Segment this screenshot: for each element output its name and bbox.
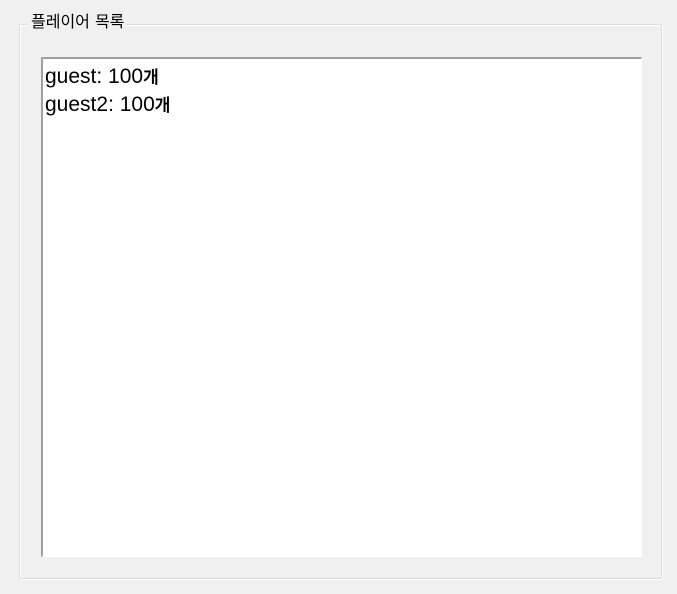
player-list-window: 플레이어 목록 guest: 100개 guest2: 100개 bbox=[0, 0, 677, 594]
separator: : bbox=[96, 65, 109, 88]
player-count: 100 bbox=[119, 93, 155, 116]
count-unit: 개 bbox=[154, 96, 171, 116]
player-count: 100 bbox=[108, 65, 144, 88]
player-name: guest bbox=[45, 65, 97, 88]
separator: : bbox=[108, 93, 120, 116]
groupbox-title: 플레이어 목록 bbox=[28, 12, 128, 32]
list-item[interactable]: guest: 100개 bbox=[45, 63, 641, 91]
player-name: guest2 bbox=[45, 93, 109, 116]
list-item[interactable]: guest2: 100개 bbox=[45, 91, 641, 119]
player-listbox[interactable]: guest: 100개 guest2: 100개 bbox=[41, 57, 642, 557]
count-unit: 개 bbox=[143, 68, 159, 88]
player-list: guest: 100개 guest2: 100개 bbox=[43, 59, 641, 119]
